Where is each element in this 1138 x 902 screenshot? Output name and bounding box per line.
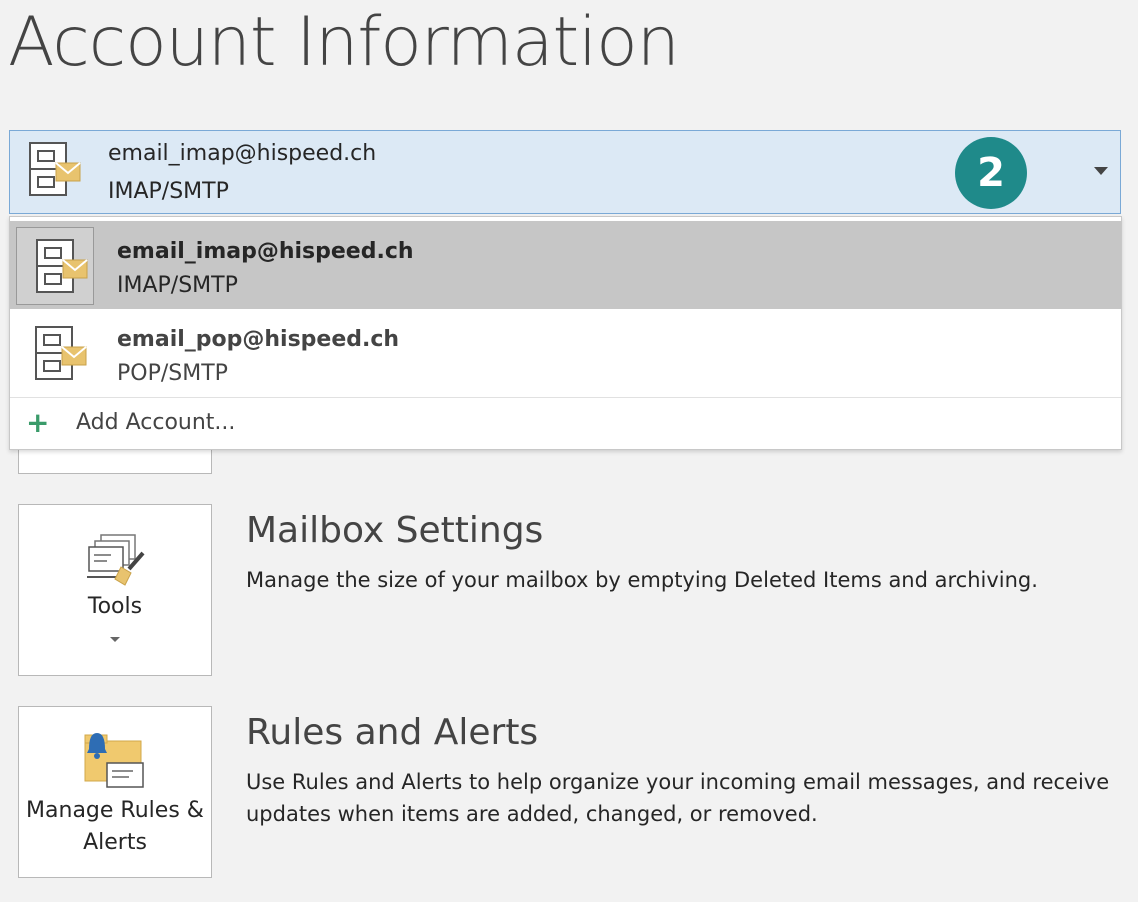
selected-account-type: IMAP/SMTP — [108, 179, 229, 204]
step-badge: 2 — [955, 137, 1027, 209]
account-option-pop[interactable]: email_pop@hispeed.ch POP/SMTP — [10, 309, 1121, 397]
mailbox-settings-title: Mailbox Settings — [246, 510, 544, 551]
manage-rules-alerts-button[interactable]: Manage Rules & Alerts — [18, 706, 212, 878]
manage-rules-label: Manage Rules & Alerts — [26, 798, 204, 855]
account-type: IMAP/SMTP — [117, 273, 238, 298]
add-account-item[interactable]: + Add Account... — [10, 398, 1121, 450]
mail-cabinet-icon — [28, 141, 82, 205]
account-dropdown: email_imap@hispeed.ch IMAP/SMTP email_po… — [9, 216, 1122, 450]
rules-alerts-description: Use Rules and Alerts to help organize yo… — [246, 770, 1110, 826]
page-title: Account Information — [8, 3, 680, 82]
chevron-down-icon — [110, 637, 120, 642]
rules-alerts-icon — [81, 727, 151, 793]
account-selector[interactable]: email_imap@hispeed.ch IMAP/SMTP 2 — [9, 130, 1121, 214]
icon-frame — [16, 227, 94, 305]
chevron-down-icon[interactable] — [1094, 167, 1108, 175]
rules-alerts-title: Rules and Alerts — [246, 712, 539, 753]
account-option-imap[interactable]: email_imap@hispeed.ch IMAP/SMTP — [10, 221, 1121, 309]
mail-cabinet-icon — [35, 238, 89, 302]
tools-button[interactable]: Tools — [18, 504, 212, 676]
plus-icon: + — [26, 406, 50, 439]
selected-account-email: email_imap@hispeed.ch — [108, 141, 377, 166]
add-account-label: Add Account... — [76, 410, 236, 435]
icon-frame — [16, 315, 94, 393]
account-email: email_pop@hispeed.ch — [117, 327, 400, 352]
mail-cabinet-icon — [34, 325, 88, 389]
account-type: POP/SMTP — [117, 361, 228, 386]
tools-label: Tools — [87, 594, 143, 619]
mailbox-settings-description: Manage the size of your mailbox by empty… — [246, 568, 1038, 592]
account-email: email_imap@hispeed.ch — [117, 239, 414, 264]
mailbox-cleanup-icon — [85, 533, 149, 597]
